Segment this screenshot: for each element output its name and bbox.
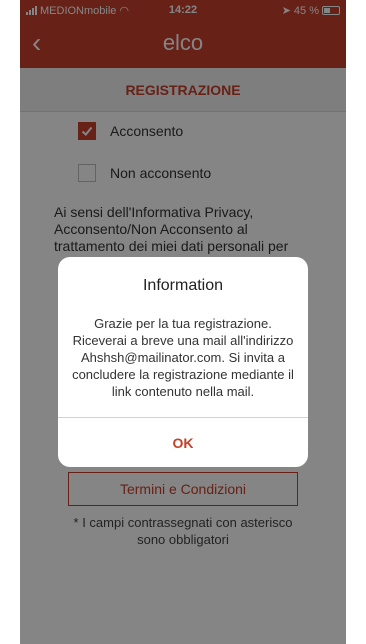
ok-button[interactable]: OK xyxy=(58,418,308,467)
information-dialog: Information Grazie per la tua registrazi… xyxy=(58,257,308,467)
phone-screen: MEDIONmobile ◠ 14:22 ➤ 45 % ‹ elco REGIS… xyxy=(20,0,346,644)
dialog-title: Information xyxy=(142,277,224,294)
dialog-message: Grazie per la tua registrazione. Ricever… xyxy=(72,316,294,399)
